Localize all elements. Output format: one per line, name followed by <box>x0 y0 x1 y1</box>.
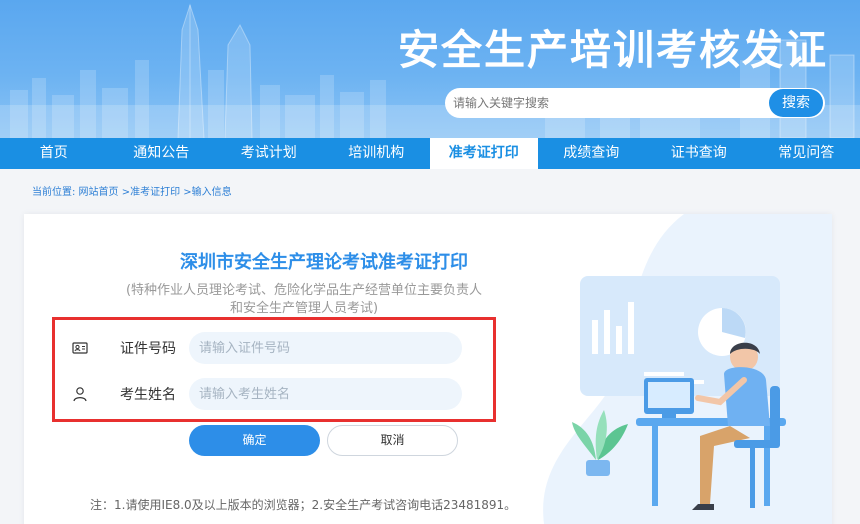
search-button[interactable]: 搜索 <box>769 89 823 117</box>
nav-item-training-orgs[interactable]: 培训机构 <box>323 138 431 169</box>
nav-item-notices[interactable]: 通知公告 <box>108 138 216 169</box>
id-number-row: 证件号码 <box>72 332 532 364</box>
name-label: 考生姓名 <box>120 387 176 403</box>
nav-item-exam-plan[interactable]: 考试计划 <box>215 138 323 169</box>
confirm-button[interactable]: 确定 <box>189 425 320 456</box>
nav-item-score-query[interactable]: 成绩查询 <box>538 138 646 169</box>
admission-form-card: 深圳市安全生产理论考试准考证打印 (特种作业人员理论考试、危险化学品生产经营单位… <box>24 214 832 524</box>
nav-item-home[interactable]: 首页 <box>0 138 108 169</box>
header-banner: 安全生产培训考核发证 搜索 <box>0 0 860 138</box>
id-card-icon <box>72 342 88 354</box>
id-number-input[interactable] <box>189 332 462 364</box>
name-row: 考生姓名 <box>72 378 532 410</box>
form-title: 深圳市安全生产理论考试准考证打印 <box>180 252 468 273</box>
site-title: 安全生产培训考核发证 <box>398 26 828 74</box>
search-box: 搜索 <box>445 88 825 118</box>
footer-note: 注：1.请使用IE8.0及以上版本的浏览器；2.安全生产考试咨询电话234818… <box>90 498 517 512</box>
nav-item-certificate-query[interactable]: 证书查询 <box>645 138 753 169</box>
name-input[interactable] <box>189 378 462 410</box>
user-icon <box>73 387 87 402</box>
nav-item-admission-print[interactable]: 准考证打印 <box>430 138 538 169</box>
office-illustration <box>543 214 832 524</box>
nav-item-faq[interactable]: 常见问答 <box>753 138 860 169</box>
breadcrumb: 当前位置: 网站首页 >准考证打印 >输入信息 <box>32 187 232 198</box>
cancel-button[interactable]: 取消 <box>327 425 458 456</box>
search-input[interactable] <box>453 93 763 113</box>
id-number-label: 证件号码 <box>120 341 176 357</box>
form-subtitle: (特种作业人员理论考试、危险化学品生产经营单位主要负责人和安全生产管理人员考试) <box>125 283 483 316</box>
main-nav: 首页 通知公告 考试计划 培训机构 准考证打印 成绩查询 证书查询 常见问答 <box>0 138 860 169</box>
